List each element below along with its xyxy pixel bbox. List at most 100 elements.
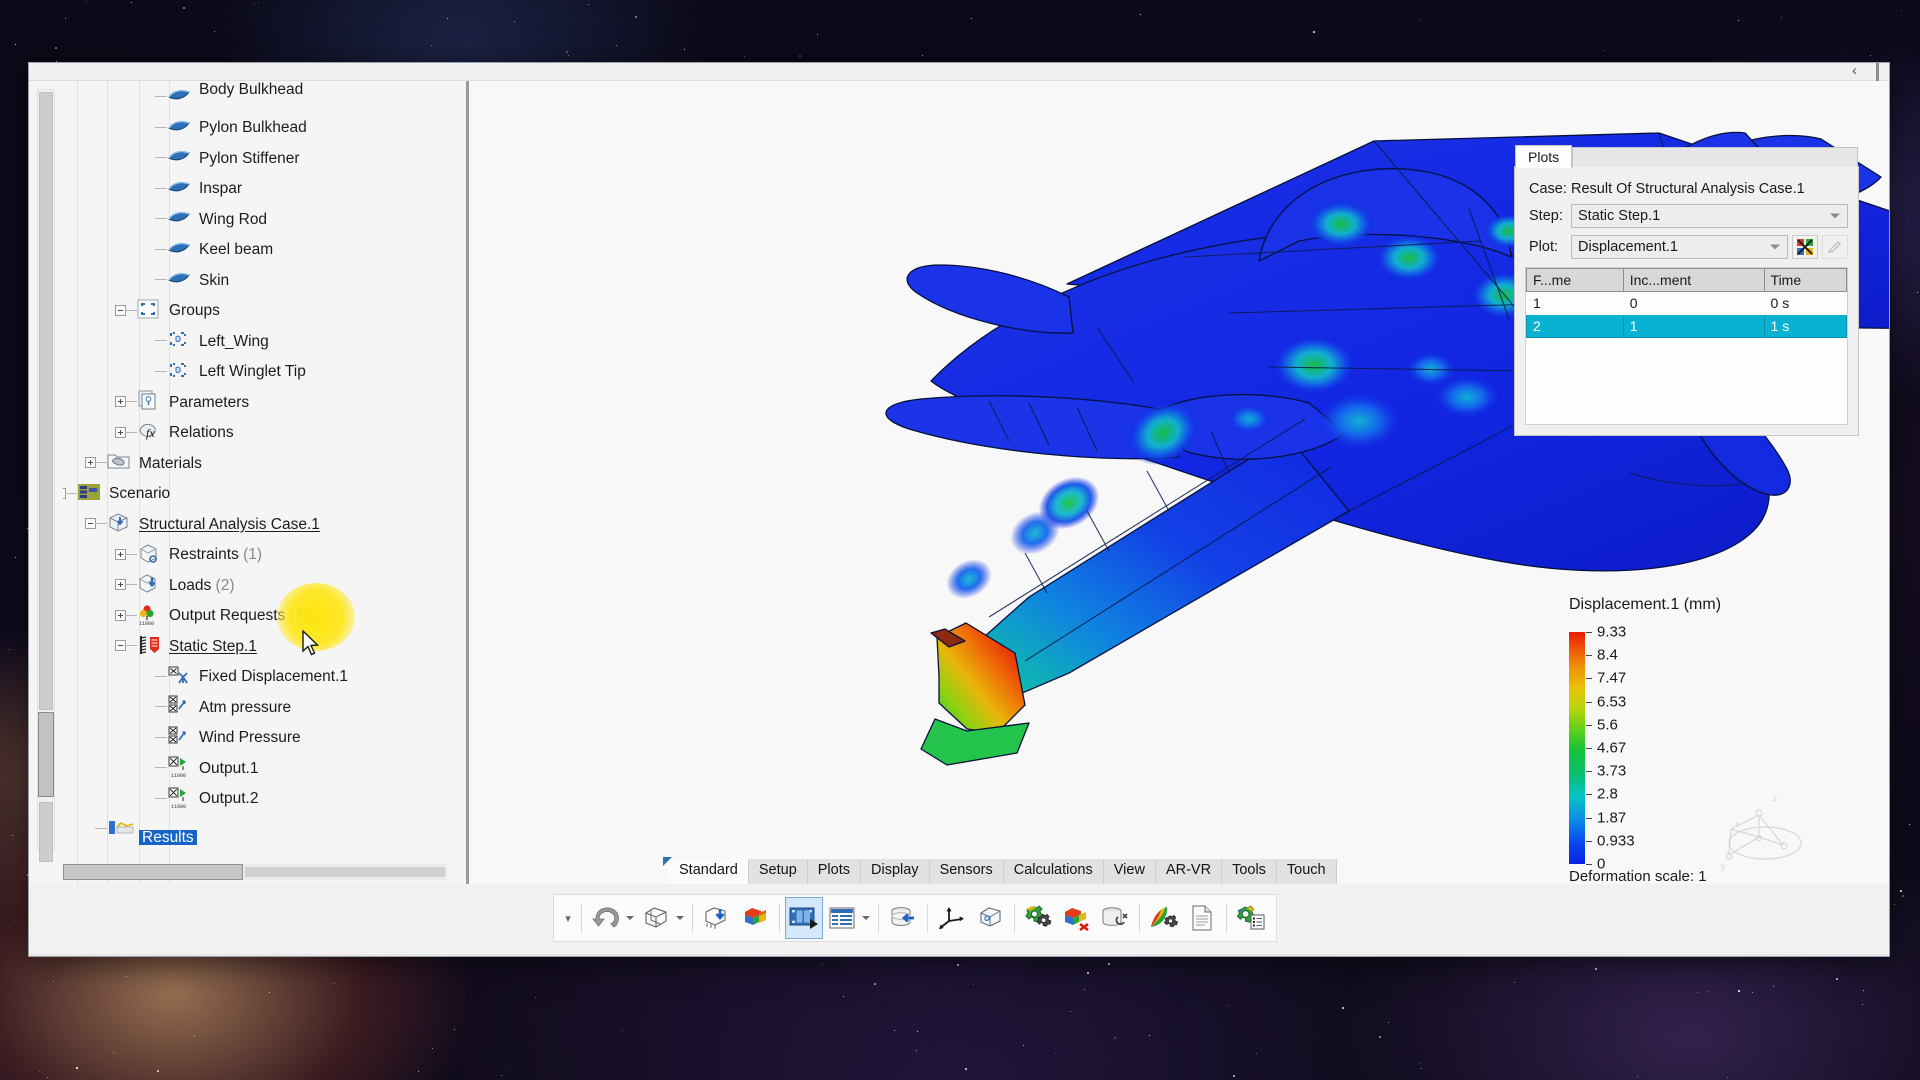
tree-node-list[interactable]: Body Bulkhead Pylon Bulkhead Pylon Stiffen… bbox=[63, 81, 447, 852]
frames-table: F...me Inc...ment Time 100 s211 s bbox=[1526, 268, 1848, 338]
tab-view[interactable]: View bbox=[1103, 859, 1156, 884]
3d-viewport[interactable]: Plots Case: Result Of Structural Analysi… bbox=[469, 81, 1889, 886]
tree-node[interactable]: Pylon Stiffener bbox=[63, 142, 447, 173]
chevron-down-icon[interactable] bbox=[862, 916, 870, 920]
toolbar-color-result-button[interactable] bbox=[736, 897, 774, 939]
frames-table-col-2[interactable]: Time bbox=[1763, 268, 1848, 292]
scrollbar-track-lower[interactable] bbox=[39, 802, 53, 862]
tree-node[interactable]: Results bbox=[63, 813, 447, 845]
frames-table-body[interactable]: 100 s211 s bbox=[1526, 292, 1848, 338]
tree-node[interactable]: Parameters bbox=[63, 386, 447, 417]
tree-node[interactable]: Fixed Displacement.1 bbox=[63, 661, 447, 692]
tab-touch[interactable]: Touch bbox=[1276, 859, 1337, 884]
plots-panel[interactable]: Plots Case: Result Of Structural Analysi… bbox=[1514, 145, 1859, 436]
legend-tick-label: 9.33 bbox=[1597, 623, 1627, 641]
table-row[interactable]: 211 s bbox=[1526, 314, 1848, 338]
tree-node[interactable]: Left Winglet Tip bbox=[63, 356, 447, 387]
tab-sensors[interactable]: Sensors bbox=[929, 859, 1004, 884]
tab-tools[interactable]: Tools bbox=[1222, 859, 1277, 884]
workbench-tab-strip[interactable]: Standard Setup Plots Display Sensors Calculat… bbox=[663, 856, 1337, 884]
toolbar-storage-settings-button[interactable] bbox=[1096, 897, 1134, 939]
toolbar-mesh-part-button[interactable] bbox=[637, 897, 675, 939]
toolbar-animation-filmstrip-button[interactable] bbox=[785, 897, 823, 939]
tree-node-count: (1) bbox=[238, 546, 263, 563]
plots-frames-table[interactable]: F...me Inc...ment Time 100 s211 s bbox=[1525, 267, 1848, 425]
tree-node[interactable]: Keel beam bbox=[63, 234, 447, 265]
tree-node[interactable]: Scenario bbox=[63, 478, 447, 509]
tab-standard[interactable]: Standard bbox=[669, 859, 749, 884]
toolbar-document-button[interactable] bbox=[1183, 897, 1221, 939]
tree-node-label: Fixed Displacement.1 bbox=[199, 668, 349, 685]
tree-node-label: Left_Wing bbox=[199, 332, 269, 350]
tree-connector bbox=[155, 96, 167, 97]
tree-node[interactable]: 11000 Output Requests (2) bbox=[63, 600, 447, 631]
plot-select[interactable]: Displacement.1 bbox=[1571, 235, 1788, 259]
case-row: Case: Result Of Structural Analysis Case… bbox=[1515, 181, 1858, 197]
tab-setup[interactable]: Setup bbox=[748, 859, 808, 884]
tree-node[interactable]: Body Bulkhead bbox=[63, 81, 447, 112]
chevron-down-icon[interactable] bbox=[676, 916, 684, 920]
tree-node[interactable]: Atm pressure bbox=[63, 691, 447, 722]
tree-node[interactable]: Skin bbox=[63, 264, 447, 295]
legend-tick bbox=[1586, 678, 1592, 680]
axis-compass-icon[interactable]: z y x bbox=[1707, 781, 1817, 881]
scrollbar-thumb[interactable] bbox=[38, 712, 54, 797]
tree-node[interactable]: Inspar bbox=[63, 173, 447, 204]
chevron-down-icon[interactable]: ▾ bbox=[560, 895, 576, 941]
tree-node[interactable]: Wind Pressure bbox=[63, 722, 447, 753]
tab-ar-vr[interactable]: AR-VR bbox=[1155, 859, 1223, 884]
tree-horizontal-scrollbar[interactable] bbox=[63, 864, 447, 880]
chevron-down-icon[interactable] bbox=[1770, 244, 1780, 250]
tree-node[interactable]: Restraints (1) bbox=[63, 539, 447, 570]
tree-node[interactable]: Materials bbox=[63, 447, 447, 478]
toolbar-database-import-button[interactable] bbox=[884, 897, 922, 939]
tree-node[interactable]: 11000 Output.1 bbox=[63, 752, 447, 783]
hscrollbar-thumb[interactable] bbox=[63, 864, 243, 880]
tree-connector bbox=[155, 248, 167, 250]
legend-tick-label: 1.87 bbox=[1597, 809, 1627, 827]
tree-node[interactable]: fx Relations bbox=[63, 417, 447, 448]
tree-node-count: (2) bbox=[211, 576, 235, 594]
toolbar-axis-system-button[interactable] bbox=[933, 897, 971, 939]
surface-icon bbox=[167, 207, 191, 229]
toolbar-compute-gears-button[interactable] bbox=[1020, 897, 1058, 939]
hscrollbar-track[interactable] bbox=[245, 867, 445, 877]
step-select[interactable]: Static Step.1 bbox=[1571, 204, 1848, 228]
tab-plots[interactable]: Plots bbox=[1515, 145, 1573, 168]
tree-node[interactable]: Left_Wing bbox=[63, 325, 447, 356]
legend-tick-label: 4.67 bbox=[1597, 739, 1627, 757]
tree-node-label: Loads (2) bbox=[169, 576, 235, 594]
frames-table-col-0[interactable]: F...me bbox=[1526, 268, 1624, 292]
chevron-down-icon[interactable] bbox=[626, 916, 634, 920]
chevron-down-icon[interactable] bbox=[1830, 213, 1840, 219]
tree-vertical-scrollbar[interactable] bbox=[37, 89, 55, 862]
action-toolbar[interactable]: ▾ bbox=[553, 894, 1277, 942]
toolbar-gear-list-button[interactable] bbox=[1232, 897, 1270, 939]
pencil-edit-icon[interactable] bbox=[1822, 235, 1848, 259]
tree-node[interactable]: Groups bbox=[63, 295, 447, 326]
toolbar-undo-button[interactable] bbox=[587, 897, 625, 939]
tab-plots[interactable]: Plots bbox=[807, 859, 862, 884]
scrollbar-track-upper[interactable] bbox=[39, 92, 53, 710]
toolbar-feather-settings-button[interactable] bbox=[1145, 897, 1183, 939]
toolbar-separator bbox=[779, 903, 780, 933]
tab-display[interactable]: Display bbox=[861, 859, 930, 884]
tree-node[interactable]: Static Step.1 bbox=[63, 630, 447, 661]
table-row[interactable]: 1 0 0 s bbox=[1527, 292, 1847, 315]
toolbar-extract-part-button[interactable] bbox=[971, 897, 1009, 939]
tab-calculations[interactable]: Calculations bbox=[1003, 859, 1104, 884]
frames-table-col-1[interactable]: Inc...ment bbox=[1622, 268, 1765, 292]
specification-tree-panel: Body Bulkhead Pylon Bulkhead Pylon Stiffen… bbox=[29, 81, 469, 886]
color-plot-settings-icon[interactable] bbox=[1792, 235, 1818, 259]
tree-node[interactable]: Structural Analysis Case.1 bbox=[63, 508, 447, 539]
tree-node[interactable]: Loads (2) bbox=[63, 569, 447, 600]
toolbar-clear-results-button[interactable] bbox=[1058, 897, 1096, 939]
tree-node-label: Materials bbox=[139, 454, 202, 472]
tree-connector bbox=[125, 431, 137, 433]
tree-node[interactable]: Wing Rod bbox=[63, 203, 447, 234]
toolbar-import-mesh-button[interactable] bbox=[698, 897, 736, 939]
chevron-left-icon[interactable]: ‹ bbox=[1848, 63, 1861, 80]
tree-node[interactable]: Pylon Bulkhead bbox=[63, 112, 447, 143]
tree-node[interactable]: 11000 Output.2 bbox=[63, 783, 447, 814]
toolbar-report-table-button[interactable] bbox=[823, 897, 861, 939]
